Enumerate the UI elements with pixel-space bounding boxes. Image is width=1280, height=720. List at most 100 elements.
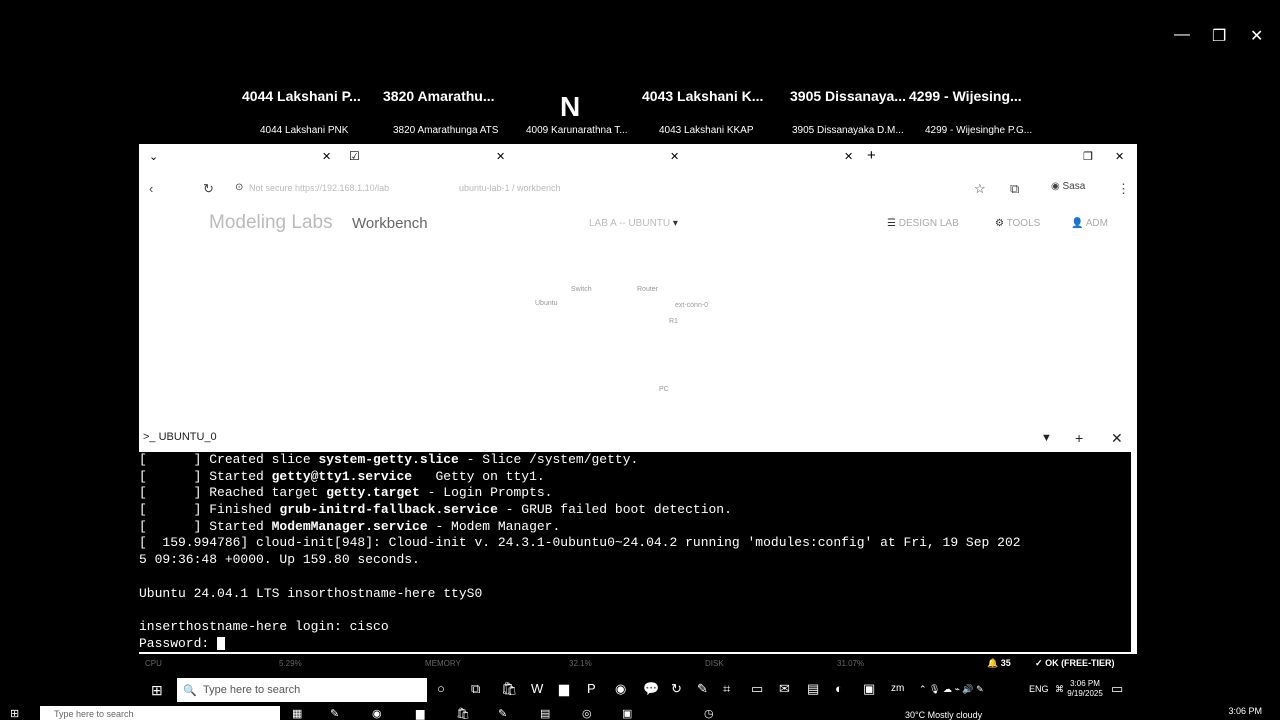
profile-button[interactable]: ◉ Sasa (1051, 181, 1085, 192)
close-tab-icon[interactable]: ✕ (670, 150, 679, 163)
participant-initial-avatar[interactable]: N (560, 91, 580, 123)
terminal-prompt[interactable]: Password: (139, 636, 1131, 652)
status-bar: CPU 5.29% MEMORY 32.1% DISK 31.07% 🔔 35 … (139, 654, 1137, 674)
host-search[interactable]: Type here to search (40, 706, 280, 720)
reload-icon[interactable]: ↻ (203, 181, 214, 197)
clipboard-icon[interactable]: ⌗ (723, 681, 730, 697)
app-icon[interactable]: ▤ (540, 707, 550, 720)
design-lab-label: DESIGN LAB (898, 218, 959, 229)
participant-name[interactable]: 4299 - Wijesing... (909, 88, 1022, 104)
tools-button[interactable]: ⚙ TOOLS (995, 218, 1040, 229)
browser-icon[interactable]: ◉ (372, 707, 382, 720)
host-clock[interactable]: 3:06 PM (1228, 706, 1262, 716)
app-icon[interactable]: ✎ (330, 707, 339, 720)
topology-canvas[interactable]: Ubuntu Switch Router ext-conn-0 R1 PC (139, 242, 1137, 427)
powerpoint-icon[interactable]: P (587, 681, 596, 696)
task-view-icon[interactable]: ▦ (292, 707, 302, 720)
star-icon[interactable]: ☆ (974, 181, 986, 197)
close-tab-icon[interactable]: ✕ (322, 150, 331, 163)
menu-icon[interactable]: ⋮ (1117, 181, 1130, 197)
url-field[interactable]: Not secure https://192.168.1.10/lab (249, 183, 389, 193)
clock-time: 3:06 PM (1070, 679, 1100, 688)
app-icon[interactable]: ▣ (622, 707, 632, 720)
tray-icons[interactable]: ⌃ 🎙 ☁ ⌁ 🔊 ✎ (919, 684, 984, 695)
document-icon[interactable]: ▤ (807, 681, 819, 697)
task-view-icon[interactable]: ○ (437, 681, 445, 696)
terminal-output[interactable]: [ ] Created slice system-getty.slice - S… (139, 452, 1131, 652)
tool-icon[interactable]: ✎ (498, 707, 507, 720)
taskbar: ⊞ 🔍 Type here to search ○ ⧉ 🛍 W ▆ P ◉ 💬 … (139, 676, 1137, 704)
node-label[interactable]: ext-conn-0 (675, 302, 708, 309)
restore-icon[interactable]: ❐ (1212, 26, 1226, 46)
windows-start-icon[interactable]: ⊞ (151, 682, 163, 699)
search-placeholder: Type here to search (54, 709, 134, 719)
site-info-icon[interactable]: ⊙ (235, 182, 243, 193)
clock-app-icon[interactable]: ◷ (704, 707, 714, 720)
text-cursor (217, 636, 226, 650)
memory-value: 32.1% (569, 659, 592, 668)
weather-widget[interactable]: 30°C Mostly cloudy (905, 710, 982, 720)
extensions-icon[interactable]: ⧉ (1010, 181, 1019, 197)
lab-selector[interactable]: LAB A -- UBUNTU ▾ (589, 218, 678, 229)
terminal-line: [ ] Finished grub-initrd-fallback.servic… (139, 502, 732, 518)
edge-icon[interactable]: ◐ (835, 681, 843, 696)
user-label: ADM (1085, 218, 1108, 229)
add-console-icon[interactable]: + (1075, 430, 1083, 446)
node-label[interactable]: R1 (669, 318, 678, 325)
widgets-icon[interactable]: ⧉ (471, 681, 480, 697)
node-label[interactable]: PC (659, 386, 669, 393)
chevron-down-icon[interactable]: ⌄ (149, 150, 158, 163)
disk-value: 31.07% (837, 659, 865, 668)
checkbox-tab-icon[interactable]: ☑ (349, 149, 360, 163)
terminal-app-icon[interactable]: ▭ (751, 681, 763, 697)
node-label[interactable]: Ubuntu (535, 300, 558, 307)
zoom-icon[interactable]: zm (891, 683, 904, 694)
console-title[interactable]: >_ UBUNTU_0 (143, 431, 217, 443)
notifications-button[interactable]: 🔔 35 (987, 658, 1011, 669)
close-icon[interactable]: ✕ (1115, 150, 1124, 163)
new-tab-icon[interactable]: + (867, 147, 876, 164)
teams-icon[interactable]: ▣ (863, 681, 875, 697)
chevron-down-icon[interactable]: ▼ (1041, 432, 1052, 444)
app-icon[interactable]: ◎ (582, 707, 592, 720)
back-icon[interactable]: ‹ (149, 181, 153, 196)
node-label[interactable]: Router (637, 286, 658, 293)
notification-center-icon[interactable]: ▭ (1111, 681, 1123, 697)
participant-name[interactable]: 4043 Lakshani K... (642, 88, 763, 104)
console-node-name: UBUNTU_0 (158, 431, 217, 443)
participant-name[interactable]: 3905 Dissanaya... (790, 88, 906, 104)
store-icon[interactable]: 🛍 (456, 707, 470, 720)
mail-icon[interactable]: ✉ (779, 681, 790, 697)
close-tab-icon[interactable]: ✕ (844, 150, 853, 163)
refresh-app-icon[interactable]: ↻ (671, 681, 682, 697)
close-icon[interactable]: ✕ (1250, 26, 1263, 46)
participant-label: 3905 Dissanayaka D.M... (792, 125, 904, 136)
close-tab-icon[interactable]: ✕ (496, 150, 505, 163)
minimize-icon[interactable]: — (1174, 26, 1190, 44)
participant-label: 4299 - Wijesinghe P.G... (925, 125, 1033, 136)
taskbar-clock[interactable]: 3:06 PM 9/19/2025 (1059, 679, 1111, 699)
participant-name[interactable]: 4044 Lakshani P... (242, 88, 361, 104)
user-menu[interactable]: 👤 ADM (1071, 218, 1108, 229)
chat-icon[interactable]: 💬 (643, 681, 659, 697)
host-taskbar: ⊞ Type here to search ▦ ✎ ◉ ▆ 🛍 ✎ ▤ ◎ ▣ … (0, 704, 1280, 720)
participant-name[interactable]: 3820 Amarathu... (383, 88, 495, 104)
design-lab-button[interactable]: ☰ DESIGN LAB (887, 218, 959, 229)
language-indicator[interactable]: ENG (1029, 684, 1049, 694)
folder-icon[interactable]: ▆ (559, 681, 569, 697)
browser-icon[interactable]: ◉ (615, 681, 626, 697)
profile-label: Sasa (1062, 181, 1086, 192)
participant-label: 3820 Amarathunga ATS (393, 125, 499, 136)
close-console-icon[interactable]: ✕ (1111, 430, 1123, 447)
gear-icon: ⚙ (995, 218, 1004, 229)
taskbar-search[interactable]: 🔍 Type here to search (177, 678, 427, 702)
tool-icon[interactable]: ✎ (697, 681, 708, 697)
folder-icon[interactable]: ▆ (416, 707, 424, 720)
word-icon[interactable]: W (531, 681, 543, 696)
store-icon[interactable]: 🛍 (501, 681, 518, 697)
restore-icon[interactable]: ❐ (1083, 150, 1093, 163)
node-label[interactable]: Switch (571, 286, 592, 293)
windows-start-icon[interactable]: ⊞ (10, 707, 19, 720)
license-status[interactable]: ✓ OK (FREE-TIER) (1035, 658, 1115, 669)
